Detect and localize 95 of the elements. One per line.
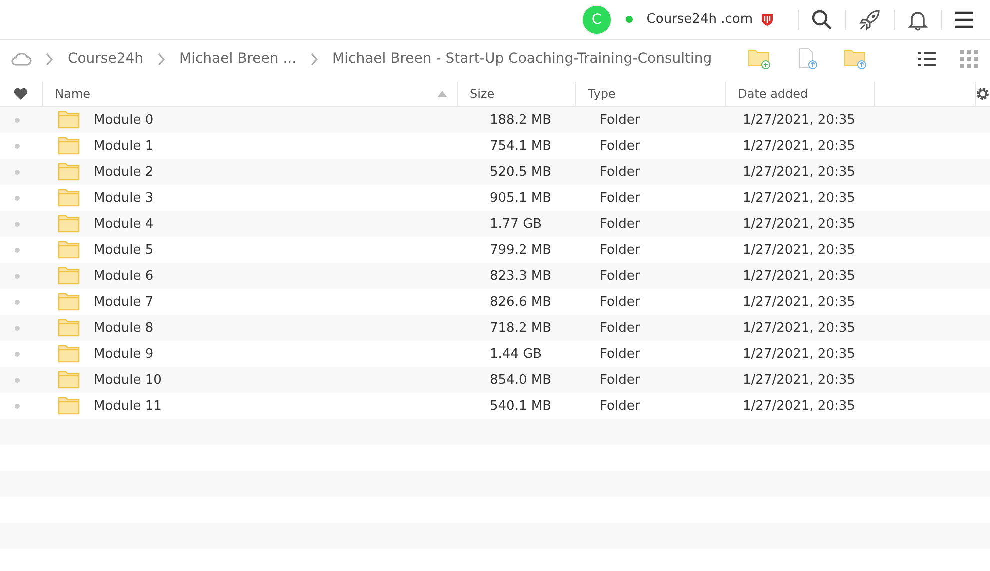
shield-icon[interactable] bbox=[761, 13, 774, 26]
table-cell: Folder bbox=[600, 398, 640, 414]
breadcrumb-link[interactable]: Course24h bbox=[68, 51, 144, 67]
table-cell: Folder bbox=[600, 164, 640, 180]
table-cell: Folder bbox=[600, 138, 640, 154]
favorite-dot[interactable] bbox=[14, 274, 20, 278]
breadcrumb-link[interactable]: Michael Breen ... bbox=[180, 51, 297, 67]
chevron-right-icon bbox=[46, 52, 54, 66]
file-name[interactable]: Module 0 bbox=[94, 112, 154, 128]
favorite-dot[interactable] bbox=[14, 118, 20, 122]
rocket-icon[interactable] bbox=[858, 8, 882, 32]
table-cell: 1/27/2021, 20:35 bbox=[743, 372, 856, 388]
folder-icon bbox=[58, 137, 80, 155]
table-cell: Folder bbox=[600, 346, 640, 362]
table-cell: 1/27/2021, 20:35 bbox=[743, 190, 856, 206]
favorite-dot[interactable] bbox=[14, 170, 20, 174]
favorite-dot[interactable] bbox=[14, 196, 20, 200]
heart-icon[interactable] bbox=[14, 88, 28, 100]
table-cell: 1/27/2021, 20:35 bbox=[743, 112, 856, 128]
favorite-dot[interactable] bbox=[14, 222, 20, 226]
file-name[interactable]: Module 4 bbox=[94, 216, 154, 232]
table-cell: Folder bbox=[600, 242, 640, 258]
table-cell: Folder bbox=[600, 268, 640, 284]
table-cell: 1/27/2021, 20:35 bbox=[743, 138, 856, 154]
table-cell: 854.0 MB bbox=[490, 372, 552, 388]
grid-view-icon[interactable] bbox=[960, 50, 978, 68]
search-icon[interactable] bbox=[811, 8, 833, 30]
table-cell: Folder bbox=[600, 320, 640, 336]
folder-icon bbox=[58, 241, 80, 259]
menu-icon[interactable] bbox=[954, 10, 974, 28]
table-cell: Folder bbox=[600, 190, 640, 206]
column-header[interactable]: Type bbox=[588, 87, 616, 101]
favorite-dot[interactable] bbox=[14, 144, 20, 148]
table-cell: Folder bbox=[600, 112, 640, 128]
table-cell: Folder bbox=[600, 294, 640, 310]
favorite-dot[interactable] bbox=[14, 300, 20, 304]
folder-icon bbox=[58, 345, 80, 363]
table-cell: 826.6 MB bbox=[490, 294, 552, 310]
file-name[interactable]: Module 5 bbox=[94, 242, 154, 258]
favorite-dot[interactable] bbox=[14, 378, 20, 382]
cloud-icon[interactable] bbox=[10, 51, 32, 67]
file-name[interactable]: Module 2 bbox=[94, 164, 154, 180]
folder-icon bbox=[58, 319, 80, 337]
folder-icon bbox=[58, 189, 80, 207]
folder-icon bbox=[58, 397, 80, 415]
upload-folder-icon[interactable] bbox=[844, 48, 868, 70]
file-name[interactable]: Module 7 bbox=[94, 294, 154, 310]
folder-icon bbox=[58, 163, 80, 181]
table-cell: 1/27/2021, 20:35 bbox=[743, 320, 856, 336]
table-cell: 905.1 MB bbox=[490, 190, 552, 206]
table-cell: 1/27/2021, 20:35 bbox=[743, 164, 856, 180]
column-header[interactable]: Size bbox=[470, 87, 495, 101]
new-folder-icon[interactable] bbox=[748, 48, 772, 70]
column-header[interactable]: Date added bbox=[738, 87, 808, 101]
table-cell: Folder bbox=[600, 216, 640, 232]
folder-icon bbox=[58, 215, 80, 233]
table-cell: 1/27/2021, 20:35 bbox=[743, 346, 856, 362]
list-view-icon[interactable] bbox=[918, 51, 936, 67]
table-cell: 1/27/2021, 20:35 bbox=[743, 268, 856, 284]
table-cell: 1.77 GB bbox=[490, 216, 542, 232]
file-name[interactable]: Module 1 bbox=[94, 138, 154, 154]
column-header[interactable]: Name bbox=[55, 87, 91, 101]
favorite-dot[interactable] bbox=[14, 404, 20, 408]
sort-up-icon[interactable] bbox=[438, 91, 447, 97]
table-cell: 718.2 MB bbox=[490, 320, 552, 336]
table-cell: 1/27/2021, 20:35 bbox=[743, 242, 856, 258]
folder-icon bbox=[58, 293, 80, 311]
file-name[interactable]: Module 9 bbox=[94, 346, 154, 362]
table-cell: 754.1 MB bbox=[490, 138, 552, 154]
table-cell: 823.3 MB bbox=[490, 268, 552, 284]
file-name[interactable]: Module 6 bbox=[94, 268, 154, 284]
favorite-dot[interactable] bbox=[14, 352, 20, 356]
file-name[interactable]: Module 11 bbox=[94, 398, 162, 414]
chevron-right-icon bbox=[158, 52, 166, 66]
file-name[interactable]: Module 10 bbox=[94, 372, 162, 388]
file-name[interactable]: Module 8 bbox=[94, 320, 154, 336]
folder-icon bbox=[58, 371, 80, 389]
table-cell: 799.2 MB bbox=[490, 242, 552, 258]
account-name[interactable]: Course24h .com bbox=[646, 12, 753, 27]
settings-icon[interactable] bbox=[976, 87, 990, 101]
folder-icon bbox=[58, 111, 80, 129]
table-cell: 1.44 GB bbox=[490, 346, 542, 362]
chevron-right-icon bbox=[310, 52, 319, 66]
folder-icon bbox=[58, 267, 80, 285]
breadcrumb-link[interactable]: Michael Breen - Start-Up Coaching-Training-Consulting bbox=[332, 51, 712, 67]
table-cell: Folder bbox=[600, 372, 640, 388]
file-name[interactable]: Module 3 bbox=[94, 190, 154, 206]
table-cell: 540.1 MB bbox=[490, 398, 552, 414]
favorite-dot[interactable] bbox=[14, 248, 20, 252]
favorite-dot[interactable] bbox=[14, 326, 20, 330]
table-cell: 1/27/2021, 20:35 bbox=[743, 398, 856, 414]
table-cell: 1/27/2021, 20:35 bbox=[743, 294, 856, 310]
table-cell: 188.2 MB bbox=[490, 112, 552, 128]
table-cell: 520.5 MB bbox=[490, 164, 552, 180]
table-cell: 1/27/2021, 20:35 bbox=[743, 216, 856, 232]
